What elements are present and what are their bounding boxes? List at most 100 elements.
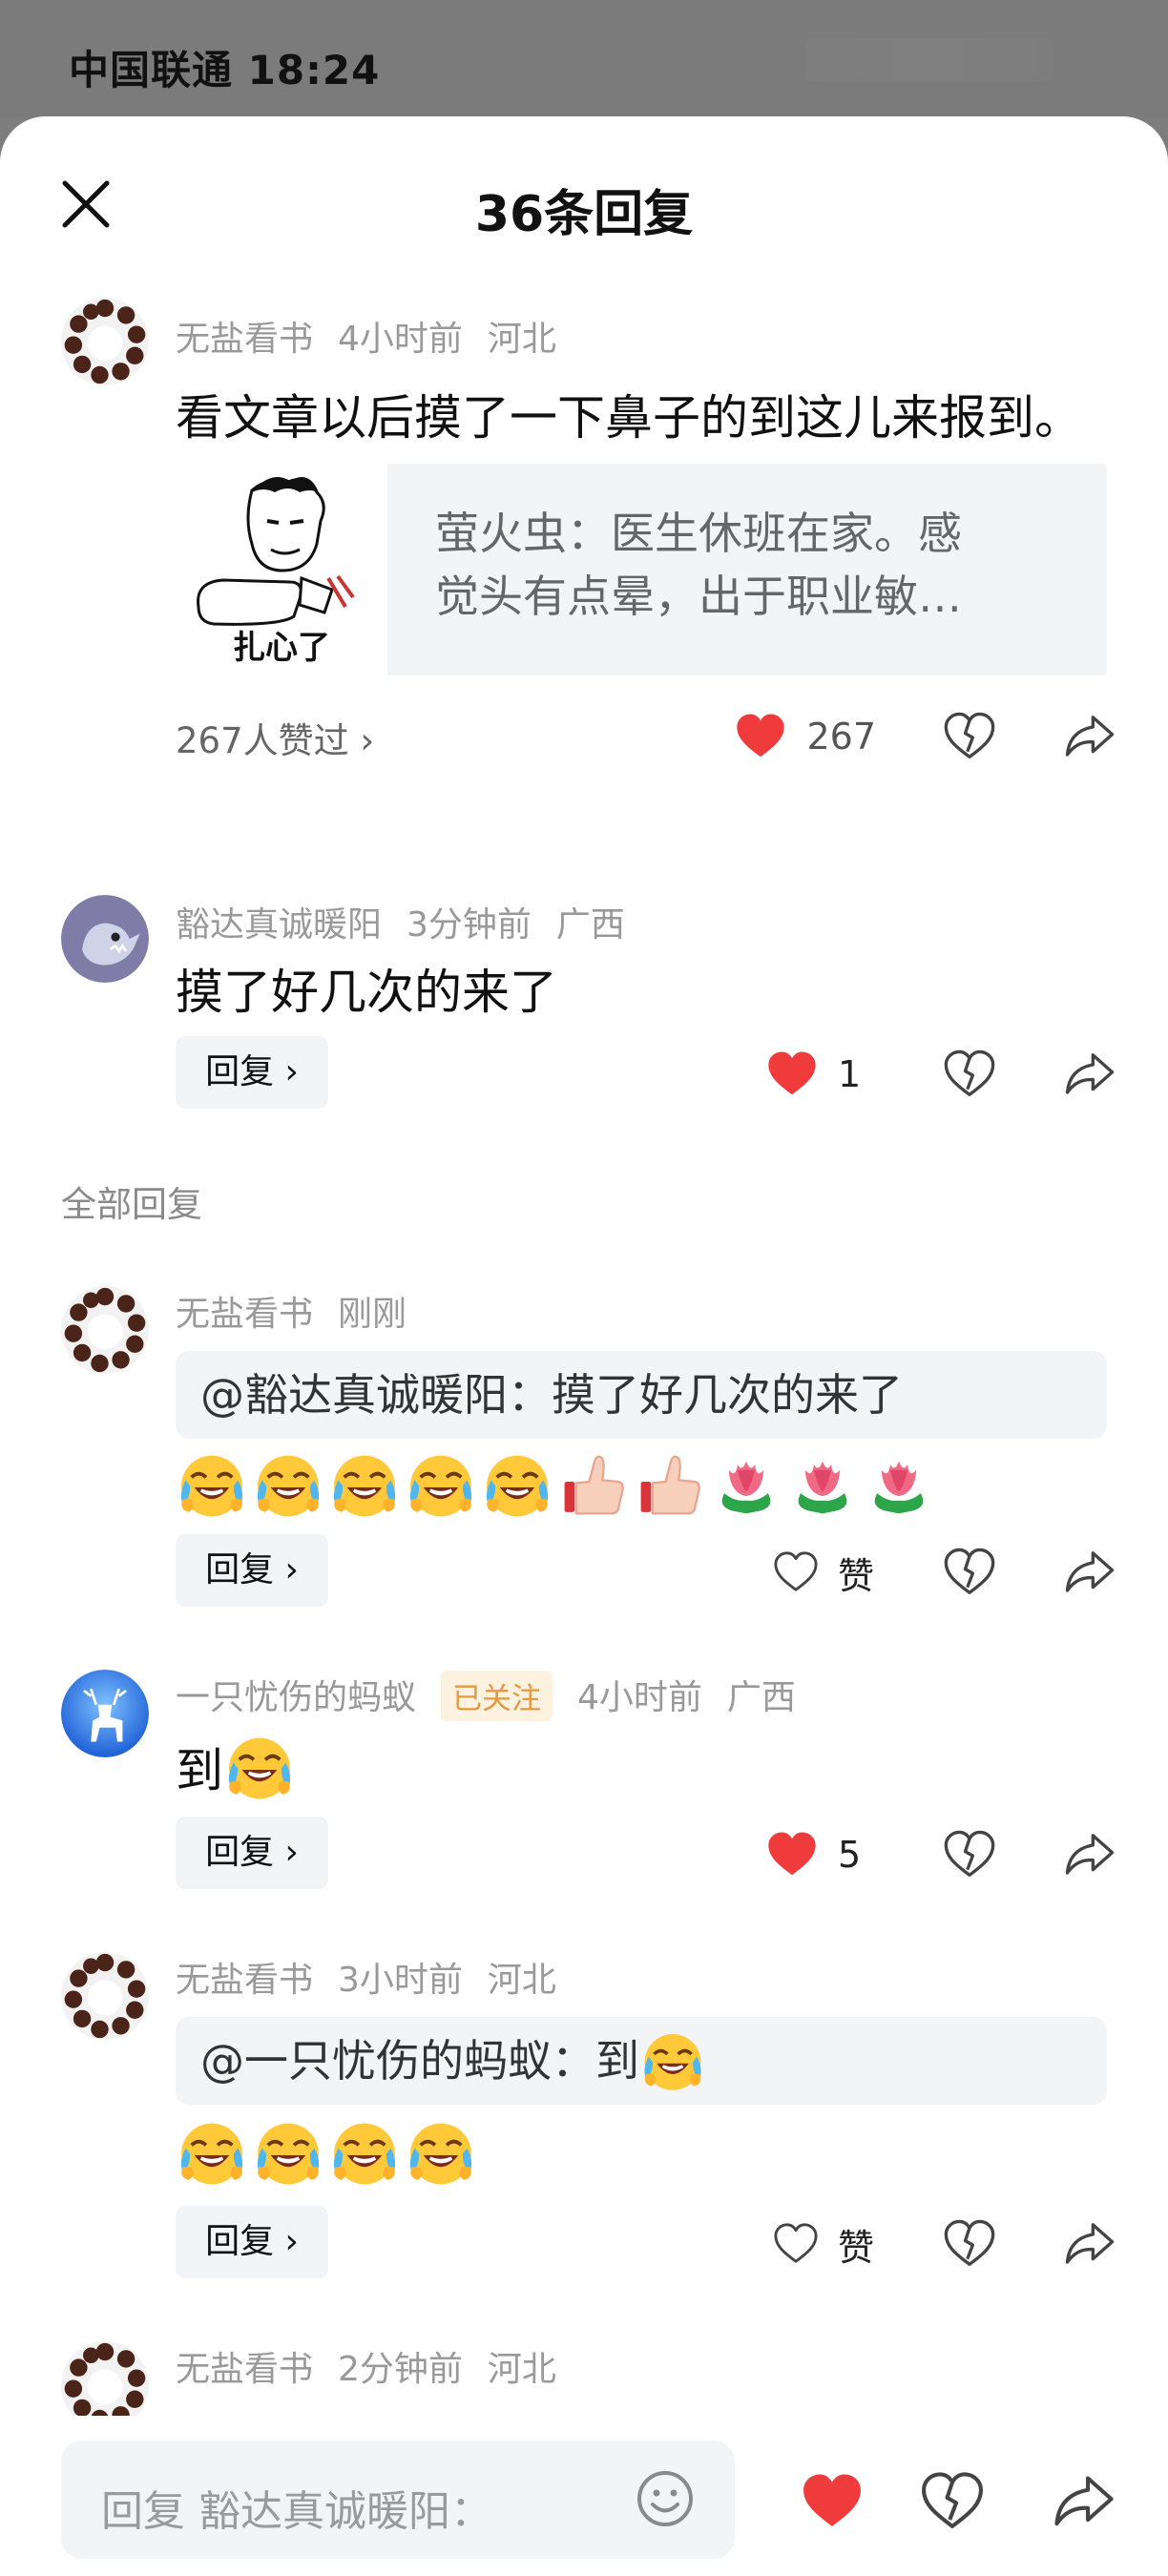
comment-actions: 赞 [771, 2206, 1116, 2282]
like-label: 赞 [838, 2226, 875, 2269]
share-icon[interactable] [1063, 1048, 1116, 1101]
laugh-cry-emoji-icon [639, 2027, 706, 2094]
heart-filled-icon[interactable] [798, 2469, 866, 2534]
article-excerpt: 萤火虫：医生休班在家。感 觉头有点晕，出于职业敏… [435, 502, 1065, 628]
comment-meta: 豁达真诚暖阳 3分钟前 广西 [176, 897, 650, 946]
heart-filled-icon [763, 1828, 821, 1881]
reply-button[interactable]: 回复 › [176, 1534, 328, 1607]
article-card[interactable]: 扎心了 萤火虫：医生休班在家。感 觉头有点晕，出于职业敏… [176, 464, 1107, 675]
sheet-title: 36条回复 [474, 186, 694, 243]
timestamp: 2分钟前 [338, 2350, 463, 2389]
broken-heart-icon[interactable] [943, 2217, 996, 2271]
avatar[interactable] [61, 298, 149, 385]
following-badge: 已关注 [441, 1671, 553, 1721]
broken-heart-icon[interactable] [943, 1546, 996, 1599]
meme-image: 扎心了 [176, 464, 387, 675]
broken-heart-icon[interactable] [943, 1048, 996, 1101]
timestamp: 4小时前 [577, 1678, 702, 1717]
comment-meta: 一只忧伤的蚂蚁 已关注 4小时前 广西 [176, 1670, 821, 1721]
reply-button[interactable]: 回复 › [176, 1036, 328, 1109]
comment-meta: 无盐看书 3小时前 河北 [176, 1952, 581, 2002]
like-label: 赞 [838, 1554, 875, 1597]
laugh-cry-emoji-icon [176, 1448, 248, 1521]
likers-link[interactable]: 267人赞过 › [176, 712, 374, 763]
like-count: 267 [806, 716, 876, 758]
comment-actions: 5 [763, 1817, 1116, 1893]
like-button[interactable]: 赞 [771, 2218, 876, 2271]
reply-button[interactable]: 回复 › [176, 1817, 328, 1889]
sheet-header: 36条回复 [0, 116, 1168, 279]
laugh-cry-emoji-icon [252, 2116, 324, 2189]
username[interactable]: 豁达真诚暖阳 [176, 905, 382, 945]
reply-input[interactable]: 回复 豁达真诚暖阳： [61, 2441, 735, 2559]
share-icon[interactable] [1063, 710, 1116, 763]
status-icons [805, 38, 1053, 82]
comment-actions: 1 [763, 1036, 1116, 1112]
region: 河北 [487, 320, 556, 359]
laugh-cry-emoji-icon [252, 1448, 324, 1521]
share-icon[interactable] [1063, 1546, 1116, 1599]
broken-heart-icon[interactable] [943, 1828, 996, 1881]
emoji-picker-icon[interactable] [636, 2469, 695, 2528]
excerpt-line-1: 萤火虫：医生休班在家。感 [435, 508, 962, 559]
like-button[interactable]: 赞 [771, 1547, 876, 1599]
comment-meta: 无盐看书 刚刚 [176, 1286, 431, 1336]
tulip-emoji-icon [786, 1448, 859, 1521]
username[interactable]: 一只忧伤的蚂蚁 [176, 1678, 416, 1717]
username[interactable]: 无盐看书 [176, 2350, 313, 2389]
username[interactable]: 无盐看书 [176, 1961, 313, 2000]
broken-heart-icon[interactable] [918, 2469, 987, 2534]
avatar[interactable] [61, 1952, 149, 2040]
laugh-cry-emoji-icon [223, 1731, 296, 1803]
broken-heart-icon[interactable] [943, 710, 996, 763]
laugh-cry-emoji-icon [481, 1448, 553, 1521]
comment-meta: 无盐看书 4小时前 河北 [176, 311, 581, 361]
comment-actions: 267 [732, 698, 1116, 775]
all-replies-label: 全部回复 [61, 1184, 202, 1225]
heart-outline-icon [771, 1549, 821, 1595]
timestamp: 3分钟前 [407, 905, 532, 945]
username[interactable]: 无盐看书 [176, 1295, 313, 1334]
replies-sheet: 36条回复 无盐看书 4小时前 河北 看文章以后摸了一下鼻子的到这儿来报到。 扎心了 [0, 116, 1168, 2576]
quoted-text: @一只忧伤的蚂蚁：到 [200, 2035, 639, 2087]
article-thumbnail: 扎心了 [176, 464, 387, 675]
avatar[interactable] [61, 895, 149, 983]
carrier-time: 中国联通 18:24 [69, 47, 381, 93]
comment-meta: 无盐看书 2分钟前 河北 [176, 2341, 581, 2391]
reply-button[interactable]: 回复 › [176, 2206, 328, 2278]
avatar[interactable] [61, 1286, 149, 1374]
status-bar: 中国联通 18:24 [0, 0, 1168, 116]
quoted-reply[interactable]: @豁达真诚暖阳：摸了好几次的来了 [176, 1351, 1107, 1439]
share-icon[interactable] [1063, 1828, 1116, 1881]
comment-text[interactable]: 看文章以后摸了一下鼻子的到这儿来报到。 [176, 380, 1082, 448]
like-count: 5 [838, 1834, 862, 1876]
region: 河北 [487, 2350, 556, 2389]
comment-text-row[interactable]: 到 [176, 1731, 296, 1803]
region: 广西 [726, 1678, 796, 1717]
emoji-row [176, 2116, 477, 2192]
laugh-cry-emoji-icon [405, 2116, 477, 2189]
share-icon[interactable] [1050, 2469, 1118, 2534]
reply-input-bar: 回复 豁达真诚暖阳： [0, 2416, 1168, 2576]
comment-text: 到 [176, 1743, 223, 1798]
quoted-reply[interactable]: @一只忧伤的蚂蚁：到 [176, 2017, 1107, 2105]
tulip-emoji-icon [863, 1448, 935, 1521]
laugh-cry-emoji-icon [176, 2116, 248, 2189]
emoji-row [176, 1448, 935, 1525]
thumbs-up-emoji-icon [634, 1448, 706, 1521]
reply-input-placeholder: 回复 豁达真诚暖阳： [101, 2487, 492, 2536]
region: 河北 [487, 1961, 556, 2000]
heart-filled-icon [732, 710, 789, 763]
like-button[interactable]: 5 [763, 1828, 876, 1881]
avatar[interactable] [61, 1670, 149, 1757]
share-icon[interactable] [1063, 2217, 1116, 2271]
comment-text[interactable]: 摸了好几次的来了 [176, 954, 557, 1023]
laugh-cry-emoji-icon [328, 1448, 401, 1521]
timestamp: 3小时前 [338, 1961, 463, 2000]
username[interactable]: 无盐看书 [176, 320, 313, 359]
laugh-cry-emoji-icon [405, 1448, 477, 1521]
like-button[interactable]: 267 [732, 710, 876, 763]
like-button[interactable]: 1 [763, 1048, 876, 1101]
timestamp: 刚刚 [338, 1295, 407, 1334]
excerpt-line-2: 觉头有点晕，出于职业敏… [435, 571, 962, 622]
